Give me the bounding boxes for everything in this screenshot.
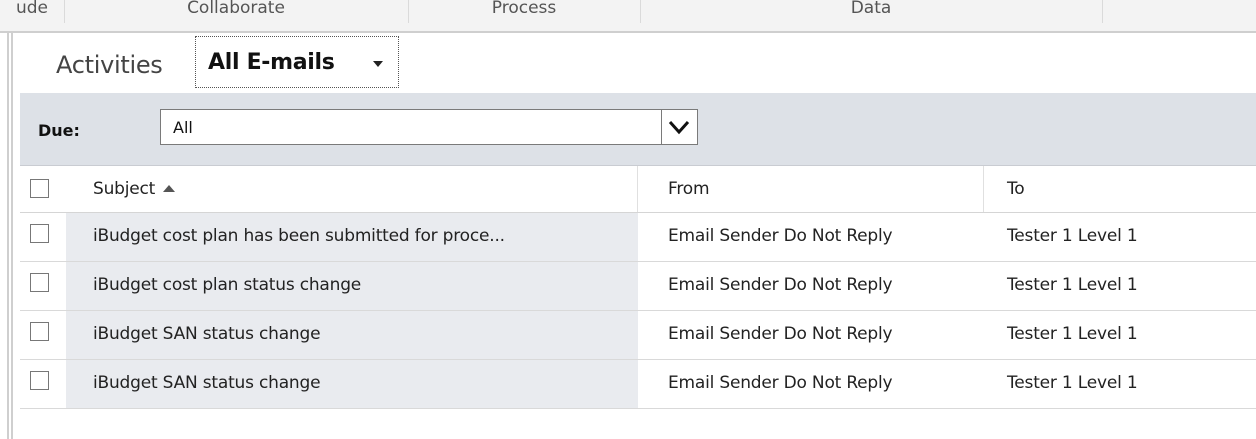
ribbon-group-ude[interactable]: ude bbox=[0, 0, 65, 23]
row-checkbox[interactable] bbox=[30, 322, 49, 341]
due-select[interactable]: All bbox=[160, 109, 698, 145]
row-subject[interactable]: iBudget cost plan status change bbox=[66, 262, 638, 310]
row-subject[interactable]: iBudget cost plan has been submitted for… bbox=[66, 213, 638, 261]
chevron-down-icon bbox=[668, 120, 690, 135]
left-divider bbox=[7, 33, 9, 439]
due-select-value: All bbox=[173, 118, 193, 137]
view-selector-label: All E-mails bbox=[208, 50, 335, 75]
view-selector[interactable]: All E-mails bbox=[195, 36, 399, 88]
email-grid: Subject From To iBudget cost plan has be… bbox=[20, 166, 1256, 409]
dropdown-button[interactable] bbox=[661, 110, 697, 144]
filter-bar: Due: All bbox=[20, 93, 1256, 166]
grid-header-row: Subject From To bbox=[20, 166, 1256, 213]
row-checkbox[interactable] bbox=[30, 224, 49, 243]
due-label: Due: bbox=[38, 121, 80, 140]
row-check-cell bbox=[20, 213, 66, 261]
table-row[interactable]: iBudget cost plan status change Email Se… bbox=[20, 262, 1256, 311]
column-header-to[interactable]: To bbox=[984, 166, 1256, 212]
row-from[interactable]: Email Sender Do Not Reply bbox=[638, 262, 984, 310]
select-all-checkbox[interactable] bbox=[30, 179, 49, 198]
row-to[interactable]: Tester 1 Level 1 bbox=[984, 311, 1256, 359]
row-to[interactable]: Tester 1 Level 1 bbox=[984, 213, 1256, 261]
column-header-from[interactable]: From bbox=[638, 166, 984, 212]
left-divider-inner bbox=[11, 33, 13, 439]
ribbon-group-process[interactable]: Process bbox=[408, 0, 641, 23]
row-checkbox[interactable] bbox=[30, 273, 49, 292]
column-header-subject-label: Subject bbox=[93, 179, 156, 199]
row-to[interactable]: Tester 1 Level 1 bbox=[984, 360, 1256, 408]
ribbon-group-data[interactable]: Data bbox=[640, 0, 1103, 23]
table-row[interactable]: iBudget cost plan has been submitted for… bbox=[20, 213, 1256, 262]
column-header-from-label: From bbox=[668, 179, 710, 199]
column-header-to-label: To bbox=[1007, 179, 1025, 199]
page-title: Activities bbox=[56, 51, 163, 79]
row-to[interactable]: Tester 1 Level 1 bbox=[984, 262, 1256, 310]
table-row[interactable]: iBudget SAN status change Email Sender D… bbox=[20, 360, 1256, 409]
row-checkbox[interactable] bbox=[30, 371, 49, 390]
row-check-cell bbox=[20, 262, 66, 310]
chevron-down-icon bbox=[373, 61, 383, 67]
row-subject[interactable]: iBudget SAN status change bbox=[66, 311, 638, 359]
view-header: Activities All E-mails bbox=[20, 33, 1256, 94]
row-from[interactable]: Email Sender Do Not Reply bbox=[638, 311, 984, 359]
table-row[interactable]: iBudget SAN status change Email Sender D… bbox=[20, 311, 1256, 360]
column-header-subject[interactable]: Subject bbox=[66, 166, 638, 212]
row-check-cell bbox=[20, 360, 66, 408]
row-check-cell bbox=[20, 311, 66, 359]
select-all-cell bbox=[20, 166, 66, 212]
row-from[interactable]: Email Sender Do Not Reply bbox=[638, 213, 984, 261]
row-from[interactable]: Email Sender Do Not Reply bbox=[638, 360, 984, 408]
ribbon: ude Collaborate Process Data bbox=[0, 0, 1256, 33]
row-subject[interactable]: iBudget SAN status change bbox=[66, 360, 638, 408]
ribbon-group-collaborate[interactable]: Collaborate bbox=[64, 0, 409, 23]
sort-ascending-icon bbox=[163, 185, 176, 192]
